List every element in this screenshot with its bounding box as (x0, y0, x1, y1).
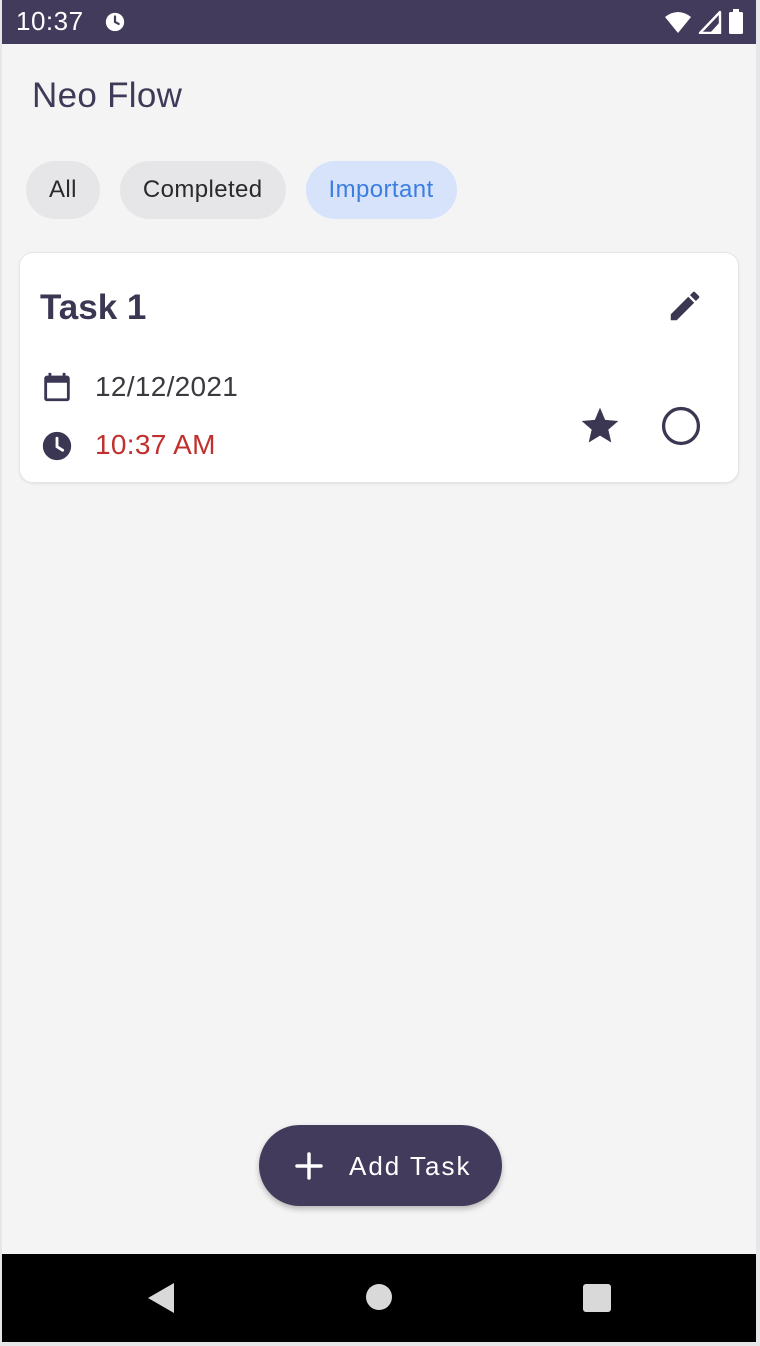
wifi-icon (665, 12, 691, 33)
star-icon[interactable] (578, 404, 622, 448)
navigation-bar (2, 1254, 756, 1342)
plus-icon (295, 1152, 323, 1180)
home-icon[interactable] (366, 1284, 392, 1310)
app-screen: 10:37 Neo Flow All Completed Important T… (0, 0, 760, 1346)
task-card[interactable]: Task 1 12/12/2021 10:37 AM (19, 252, 739, 483)
circle-outline-icon[interactable] (659, 404, 703, 448)
filter-chip-completed[interactable]: Completed (119, 161, 286, 219)
calendar-icon (44, 372, 70, 402)
edit-icon[interactable] (666, 287, 704, 325)
bottom-edge (2, 1342, 756, 1346)
cellular-signal-icon (698, 10, 722, 34)
recents-icon[interactable] (583, 1284, 611, 1312)
back-icon[interactable] (146, 1282, 176, 1314)
task-date: 12/12/2021 (95, 371, 239, 402)
filter-chips: All Completed Important (26, 161, 457, 219)
filter-chip-important[interactable]: Important (305, 161, 457, 219)
status-icons (664, 9, 744, 35)
add-task-label: Add Task (349, 1151, 472, 1181)
task-time: 10:37 AM (95, 429, 216, 460)
battery-icon (729, 9, 743, 34)
app-title: Neo Flow (32, 76, 183, 115)
status-time: 10:37 (16, 6, 84, 36)
filter-chip-all[interactable]: All (26, 161, 100, 219)
add-task-button[interactable]: Add Task (259, 1125, 502, 1206)
status-bar: 10:37 (2, 0, 756, 44)
task-title: Task 1 (40, 288, 147, 327)
clock-icon (42, 431, 72, 461)
alarm-icon (105, 12, 125, 32)
